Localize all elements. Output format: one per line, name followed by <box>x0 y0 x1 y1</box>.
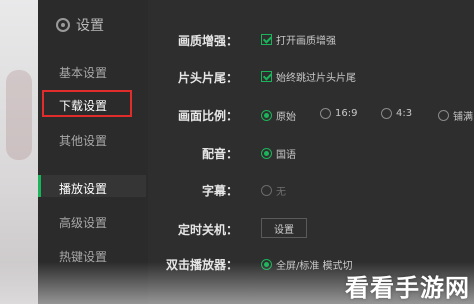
dubbing-label: 配音： <box>201 147 238 161</box>
aspect-option-4-3: 4:3 <box>396 108 413 119</box>
sidebar-item-advanced[interactable]: 高级设置 <box>59 214 107 231</box>
quality-option-text: 打开画质增强 <box>276 36 336 47</box>
dubbing-option-text: 国语 <box>276 150 296 161</box>
aspect-option-original: 原始 <box>276 112 296 123</box>
dubbing-radio[interactable]: 国语 <box>261 146 296 161</box>
checkbox-checked-icon <box>261 34 272 45</box>
aspect-radio-original[interactable]: 原始 <box>261 108 296 123</box>
aspect-label: 画面比例： <box>177 109 238 123</box>
aspect-radio-16-9[interactable]: 16:9 <box>320 108 357 119</box>
quality-label: 画质增强： <box>177 34 238 48</box>
radio-selected-icon <box>261 110 272 121</box>
checkbox-checked-icon <box>261 71 272 82</box>
sidebar-item-playback[interactable]: 播放设置 <box>59 180 107 197</box>
opening-label: 片头片尾： <box>177 71 238 85</box>
gear-icon <box>56 18 70 32</box>
opening-option-text: 始终跳过片头片尾 <box>276 73 356 84</box>
aspect-radio-fill[interactable]: 铺满 <box>438 108 473 123</box>
radio-selected-icon <box>261 148 272 159</box>
background-shade <box>6 70 32 160</box>
aspect-option-16-9: 16:9 <box>335 108 358 119</box>
settings-title: 设置 <box>56 15 104 35</box>
sidebar-item-basic[interactable]: 基本设置 <box>59 64 107 81</box>
timer-settings-button[interactable]: 设置 <box>261 218 307 238</box>
background-video-strip <box>0 0 38 304</box>
subtitle-option-text: 无 <box>276 187 286 198</box>
watermark-text: 看看手游网 <box>345 274 470 302</box>
radio-icon <box>381 108 392 119</box>
highlight-box <box>42 90 132 117</box>
settings-title-text: 设置 <box>76 18 104 34</box>
timer-label: 定时关机： <box>177 223 238 237</box>
aspect-radio-4-3[interactable]: 4:3 <box>381 108 412 119</box>
subtitle-radio[interactable]: 无 <box>261 183 286 198</box>
sidebar-item-other[interactable]: 其他设置 <box>59 132 107 149</box>
subtitle-label: 字幕： <box>201 184 238 198</box>
sidebar-active-indicator <box>38 175 41 197</box>
aspect-option-fill: 铺满 <box>453 112 473 123</box>
opening-checkbox[interactable]: 始终跳过片头片尾 <box>261 69 356 84</box>
radio-icon <box>438 110 449 121</box>
radio-icon <box>320 108 331 119</box>
radio-disabled-icon <box>261 185 272 196</box>
quality-checkbox[interactable]: 打开画质增强 <box>261 32 336 47</box>
